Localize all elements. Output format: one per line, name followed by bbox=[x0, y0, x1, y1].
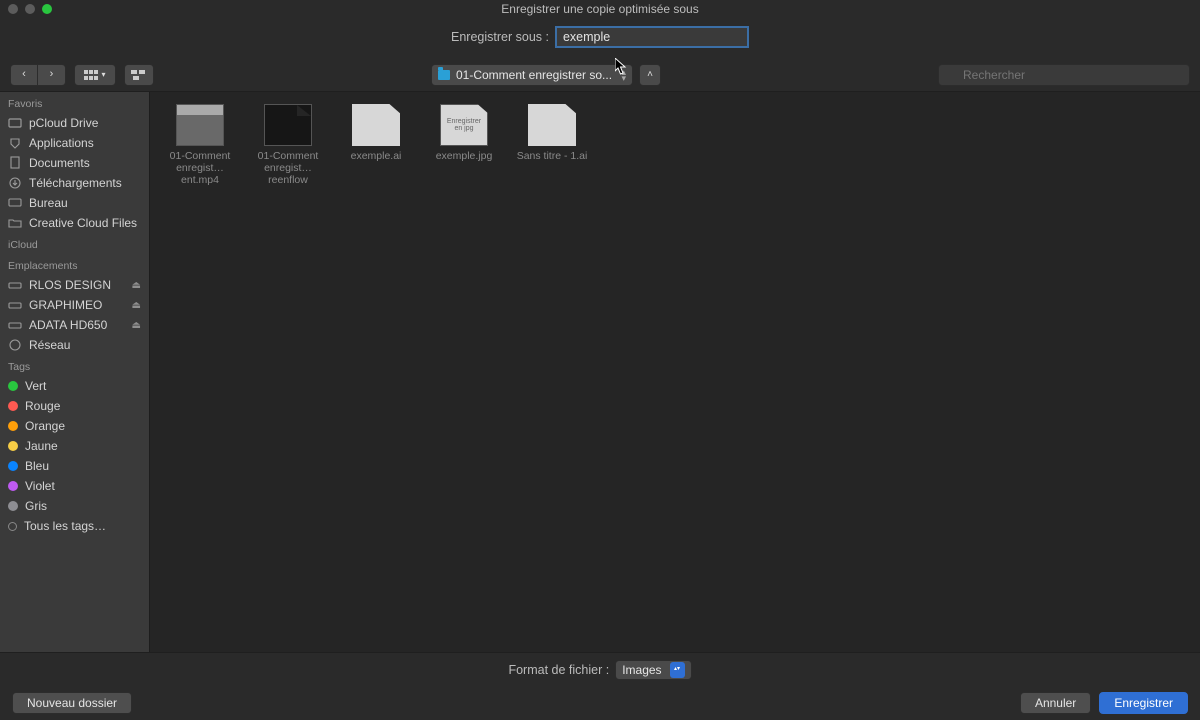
sidebar-section-icloud: iCloud bbox=[0, 233, 149, 254]
location-popup[interactable]: 01-Comment enregistrer so... ▴▾ bbox=[431, 64, 633, 86]
documents-icon bbox=[8, 156, 22, 170]
sidebar-item-ccfiles[interactable]: Creative Cloud Files bbox=[0, 213, 149, 233]
tag-dot-icon bbox=[8, 501, 18, 511]
file-item[interactable]: 01-Comment enregist…ent.mp4 bbox=[164, 104, 236, 186]
sidebar-section-favorites: Favoris bbox=[0, 92, 149, 113]
sidebar-tag-all[interactable]: Tous les tags… bbox=[0, 516, 149, 536]
sidebar-tag-vert[interactable]: Vert bbox=[0, 376, 149, 396]
window-minimize-button[interactable] bbox=[25, 4, 35, 14]
group-segment bbox=[124, 64, 154, 86]
search-input[interactable] bbox=[938, 64, 1190, 86]
window-close-button[interactable] bbox=[8, 4, 18, 14]
drive-icon bbox=[8, 116, 22, 130]
folder-icon bbox=[438, 70, 450, 80]
file-thumbnail: Enregistrer en jpg bbox=[440, 104, 488, 146]
file-thumbnail bbox=[264, 104, 312, 146]
cancel-button[interactable]: Annuler bbox=[1020, 692, 1091, 714]
tag-dot-icon bbox=[8, 481, 18, 491]
file-browser[interactable]: 01-Comment enregist…ent.mp4 01-Comment e… bbox=[150, 92, 1200, 652]
file-item[interactable]: Enregistrer en jpg exemple.jpg bbox=[428, 104, 500, 162]
network-icon bbox=[8, 338, 22, 352]
filename-input[interactable] bbox=[555, 26, 749, 48]
file-thumbnail bbox=[176, 104, 224, 146]
file-item[interactable]: 01-Comment enregist…reenflow bbox=[252, 104, 324, 186]
sidebar-item-graphimeo[interactable]: GRAPHIMEO⏏ bbox=[0, 295, 149, 315]
sidebar: Favoris pCloud Drive Applications Docume… bbox=[0, 92, 150, 652]
sidebar-item-downloads[interactable]: Téléchargements bbox=[0, 173, 149, 193]
view-mode-segment: ▾ bbox=[74, 64, 116, 86]
eject-icon[interactable]: ⏏ bbox=[132, 300, 141, 311]
file-thumbnail bbox=[352, 104, 400, 146]
save-button[interactable]: Enregistrer bbox=[1099, 692, 1188, 714]
sidebar-item-adata[interactable]: ADATA HD650⏏ bbox=[0, 315, 149, 335]
sidebar-section-tags: Tags bbox=[0, 355, 149, 376]
folder-icon bbox=[8, 216, 22, 230]
eject-icon[interactable]: ⏏ bbox=[132, 320, 141, 331]
sidebar-item-network[interactable]: Réseau bbox=[0, 335, 149, 355]
tag-dot-icon bbox=[8, 401, 18, 411]
disk-icon bbox=[8, 318, 22, 332]
location-label: 01-Comment enregistrer so... bbox=[456, 68, 612, 82]
sidebar-tag-jaune[interactable]: Jaune bbox=[0, 436, 149, 456]
eject-icon[interactable]: ⏏ bbox=[132, 280, 141, 291]
tag-dot-icon bbox=[8, 421, 18, 431]
tag-all-icon bbox=[8, 522, 17, 531]
save-as-label: Enregistrer sous : bbox=[451, 30, 549, 44]
sidebar-tag-gris[interactable]: Gris bbox=[0, 496, 149, 516]
chevron-updown-icon: ▴▾ bbox=[622, 69, 627, 81]
sidebar-section-locations: Emplacements bbox=[0, 254, 149, 275]
forward-button[interactable]: › bbox=[38, 64, 66, 86]
file-thumbnail bbox=[528, 104, 576, 146]
tag-dot-icon bbox=[8, 441, 18, 451]
file-item[interactable]: Sans titre - 1.ai bbox=[516, 104, 588, 162]
disk-icon bbox=[8, 298, 22, 312]
downloads-icon bbox=[8, 176, 22, 190]
sidebar-item-pcloud[interactable]: pCloud Drive bbox=[0, 113, 149, 133]
sidebar-tag-orange[interactable]: Orange bbox=[0, 416, 149, 436]
disk-icon bbox=[8, 278, 22, 292]
file-format-label: Format de fichier : bbox=[508, 663, 609, 677]
sidebar-item-applications[interactable]: Applications bbox=[0, 133, 149, 153]
group-by-button[interactable] bbox=[124, 64, 154, 86]
sidebar-item-rlos[interactable]: RLOS DESIGN⏏ bbox=[0, 275, 149, 295]
apps-icon bbox=[8, 136, 22, 150]
tag-dot-icon bbox=[8, 381, 18, 391]
file-format-popup[interactable]: Images ▴▾ bbox=[615, 660, 691, 680]
sidebar-tag-rouge[interactable]: Rouge bbox=[0, 396, 149, 416]
sidebar-tag-violet[interactable]: Violet bbox=[0, 476, 149, 496]
back-button[interactable]: ‹ bbox=[10, 64, 38, 86]
sidebar-tag-bleu[interactable]: Bleu bbox=[0, 456, 149, 476]
file-item[interactable]: exemple.ai bbox=[340, 104, 412, 162]
desktop-icon bbox=[8, 196, 22, 210]
nav-back-forward: ‹ › bbox=[10, 64, 66, 86]
search-wrap bbox=[938, 64, 1190, 86]
window-zoom-button[interactable] bbox=[42, 4, 52, 14]
tag-dot-icon bbox=[8, 461, 18, 471]
icon-view-button[interactable]: ▾ bbox=[74, 64, 116, 86]
window-title: Enregistrer une copie optimisée sous bbox=[0, 2, 1200, 16]
collapse-expand-button[interactable]: ˄ bbox=[639, 64, 661, 86]
chevron-updown-icon: ▴▾ bbox=[670, 662, 685, 678]
sidebar-item-desktop[interactable]: Bureau bbox=[0, 193, 149, 213]
sidebar-item-documents[interactable]: Documents bbox=[0, 153, 149, 173]
new-folder-button[interactable]: Nouveau dossier bbox=[12, 692, 132, 714]
